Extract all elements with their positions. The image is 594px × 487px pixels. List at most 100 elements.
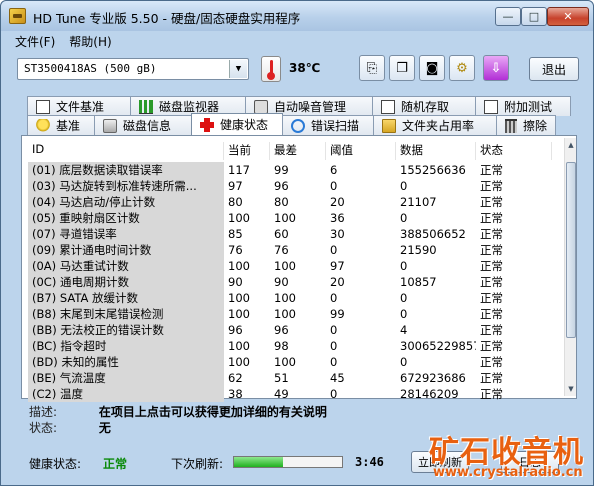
table-row[interactable]: (BD) 未知的属性 100 100 0 0 正常 [22, 354, 562, 370]
wrench-icon[interactable]: ⚙ [449, 55, 475, 81]
table-row[interactable]: (0C) 通电周期计数 90 90 20 10857 正常 [22, 274, 562, 290]
tab-disk-info[interactable]: 磁盘信息 [94, 115, 192, 135]
header-status[interactable]: 状态 [476, 142, 552, 160]
cell-threshold: 0 [330, 387, 338, 401]
menu-help[interactable]: 帮助(H) [69, 33, 111, 50]
cell-worst: 51 [274, 371, 289, 385]
table-row[interactable]: (09) 累计通电时间计数 76 76 0 21590 正常 [22, 242, 562, 258]
smart-table-body: (01) 底层数据读取错误率 117 99 6 155256636 正常 (03) 马达旋转… [22, 162, 562, 402]
tab-random-access[interactable]: 随机存取 [372, 96, 476, 116]
maximize-button[interactable]: □ [521, 7, 547, 26]
header-id[interactable]: ID [28, 142, 224, 160]
drive-select-value: ST3500418AS (500 gB) [24, 62, 157, 75]
header-threshold[interactable]: 阈值 [326, 142, 396, 160]
tab-health[interactable]: 健康状态 [191, 113, 283, 135]
cell-worst: 100 [274, 291, 296, 305]
speaker-icon [254, 99, 268, 114]
table-row[interactable]: (04) 马达启动/停止计数 80 80 20 21107 正常 [22, 194, 562, 210]
scroll-up-arrow-icon[interactable]: ▲ [566, 140, 576, 150]
cell-attribute: (05) 重映射扇区计数 [28, 210, 224, 226]
cell-data: 21107 [400, 195, 437, 209]
cell-attribute: (BE) 气流温度 [28, 370, 224, 386]
cell-attribute: (0A) 马达重试计数 [28, 258, 224, 274]
document-icon [36, 99, 50, 114]
table-row[interactable]: (0A) 马达重试计数 100 100 97 0 正常 [22, 258, 562, 274]
cell-status: 正常 [480, 371, 503, 385]
status-line: 状态: 无 [29, 419, 111, 435]
cell-threshold: 0 [330, 291, 338, 305]
table-row[interactable]: (BE) 气流温度 62 51 45 672923686 正常 [22, 370, 562, 386]
scrollbar-thumb[interactable] [566, 162, 576, 338]
cell-current: 85 [228, 227, 243, 241]
cell-data: 30065229857 [400, 339, 476, 353]
refresh-now-button[interactable]: 立即刷新 [411, 451, 469, 473]
header-worst[interactable]: 最差 [270, 142, 326, 160]
folder-icon [382, 118, 396, 133]
description-line: 描述: 在项目上点击可以获得更加详细的有关说明 [29, 403, 327, 419]
cell-attribute: (C2) 温度 [28, 386, 224, 402]
status-bar: 健康状态: 正常 下次刷新: 3:46 立即刷新 日志 [21, 449, 577, 475]
menu-file[interactable]: 文件(F) [15, 33, 55, 50]
table-row[interactable]: (BC) 指令超时 100 98 0 30065229857 正常 [22, 338, 562, 354]
tab-file-benchmark[interactable]: 文件基准 [27, 96, 131, 116]
table-row[interactable]: (B7) SATA 放缓计数 100 100 0 0 正常 [22, 290, 562, 306]
status-label: 状态: [29, 421, 58, 435]
table-row[interactable]: (01) 底层数据读取错误率 117 99 6 155256636 正常 [22, 162, 562, 178]
red-cross-icon [200, 117, 214, 132]
cell-status: 正常 [480, 339, 503, 353]
cell-threshold: 20 [330, 195, 345, 209]
copy-text-icon[interactable]: ⎘ [359, 55, 385, 81]
chevron-down-icon[interactable]: ▼ [229, 60, 247, 78]
vertical-scrollbar[interactable]: ▲ ▼ [564, 138, 576, 396]
cell-data: 28146209 [400, 387, 459, 401]
tab-error-scan[interactable]: 错误扫描 [282, 115, 374, 135]
refresh-countdown: 3:46 [355, 455, 384, 469]
tab-label: 错误扫描 [311, 119, 360, 133]
header-data[interactable]: 数据 [396, 142, 476, 160]
cell-threshold: 97 [330, 259, 345, 273]
tab-label: 文件基准 [56, 100, 105, 114]
header-current[interactable]: 当前 [224, 142, 270, 160]
description-value: 在项目上点击可以获得更加详细的有关说明 [98, 405, 327, 419]
tab-folder-usage[interactable]: 文件夹占用率 [373, 115, 497, 135]
cell-attribute: (B7) SATA 放缓计数 [28, 290, 224, 306]
next-refresh-label: 下次刷新: [171, 457, 224, 471]
table-row[interactable]: (05) 重映射扇区计数 100 100 36 0 正常 [22, 210, 562, 226]
drive-select[interactable]: ST3500418AS (500 gB) ▼ [17, 58, 249, 80]
cell-data: 0 [400, 259, 408, 273]
download-icon[interactable]: ⇩ [483, 55, 509, 81]
cell-threshold: 20 [330, 275, 345, 289]
cell-attribute: (09) 累计通电时间计数 [28, 242, 224, 258]
cell-current: 38 [228, 387, 243, 401]
cell-attribute: (0C) 通电周期计数 [28, 274, 224, 290]
log-button[interactable]: 日志 [501, 451, 559, 473]
cell-attribute: (BB) 无法校正的错误计数 [28, 322, 224, 338]
exit-button[interactable]: 退出 [529, 57, 579, 81]
table-row[interactable]: (07) 寻道错误率 85 60 30 388506652 正常 [22, 226, 562, 242]
tab-extra-tests[interactable]: 附加测试 [475, 96, 571, 116]
tab-benchmark[interactable]: 基准 [27, 115, 95, 135]
table-row[interactable]: (B8) 末尾到末尾错误检测 100 100 99 0 正常 [22, 306, 562, 322]
cell-worst: 100 [274, 211, 296, 225]
trash-icon [505, 118, 517, 133]
cell-current: 100 [228, 355, 250, 369]
copy-screenshot-icon[interactable]: ❐ [389, 55, 415, 81]
tab-erase[interactable]: 擦除 [496, 115, 556, 135]
cell-worst: 98 [274, 339, 289, 353]
title-bar[interactable]: HD Tune 专业版 5.50 - 硬盘/固态硬盘实用程序 — □ ✕ [1, 1, 593, 31]
camera-icon[interactable]: ◙ [419, 55, 445, 81]
cell-data: 0 [400, 211, 408, 225]
cell-threshold: 0 [330, 339, 338, 353]
close-button[interactable]: ✕ [547, 7, 589, 26]
cell-worst: 99 [274, 163, 289, 177]
scroll-down-arrow-icon[interactable]: ▼ [566, 384, 576, 394]
table-row[interactable]: (C2) 温度 38 49 0 28146209 正常 [22, 386, 562, 402]
table-row[interactable]: (03) 马达旋转到标准转速所需... 97 96 0 0 正常 [22, 178, 562, 194]
cell-data: 672923686 [400, 371, 466, 385]
minimize-button[interactable]: — [495, 7, 521, 26]
tab-label: 擦除 [522, 119, 547, 133]
status-value: 无 [98, 421, 111, 435]
table-row[interactable]: (BB) 无法校正的错误计数 96 96 0 4 正常 [22, 322, 562, 338]
cell-current: 76 [228, 243, 243, 257]
magnifier-icon [291, 118, 305, 133]
